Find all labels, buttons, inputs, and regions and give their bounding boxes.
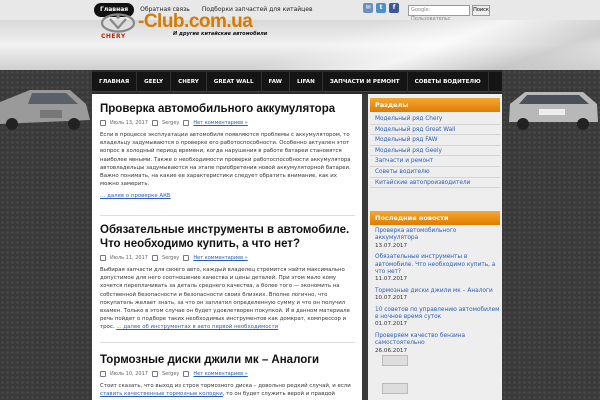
news-list: Проверка автомобильного аккумулятора 13.… [370,228,500,359]
sidebar-item-geely[interactable]: Модельный ряд Geely [370,146,500,157]
sidebar-item-great-wall[interactable]: Модельный ряд Great Wall [370,125,500,136]
main-content: Проверка автомобильного аккумулятора Июл… [92,94,362,400]
sidebar: Разделы Модельный ряд Chery Модельный ря… [368,94,502,400]
post-title[interactable]: Обязательные инструменты в автомобиле. Ч… [100,223,355,251]
news-item: Обязательные инструменты в автомобиле. Ч… [370,254,500,284]
post-excerpt: Выбирая запчасти для своего авто, каждый… [100,266,355,332]
sidebar-item-parts-repair[interactable]: Запчасти и ремонт [370,156,500,167]
post-meta: Июль 11, 2017 Sergey Нет комментариев » [100,254,355,262]
news-date: 26.06.2017 [375,347,408,354]
post-excerpt-text: Выбирая запчасти для своего авто, каждый… [100,267,350,331]
post-meta: Июль 10, 2017 Sergey Нет комментариев » [100,370,355,378]
post-excerpt: Если в процессе эксплуатации автомобиля … [100,132,351,188]
mainnav-geely[interactable]: GEELY [137,71,172,92]
site-logo-subtitle: И другие китайские автомобили [173,31,268,37]
news-widget-title: Последние новости [370,211,500,225]
sidebar-item-chery[interactable]: Модельный ряд Chery [370,114,500,125]
comment-icon [183,255,190,261]
sidebar-item-faw[interactable]: Модельный ряд FAW [370,135,500,146]
news-link[interactable]: Проверка автомобильного аккумулятора [375,228,500,243]
search-input[interactable]: Google: Пользовательс [408,5,470,22]
post-date: Июль 13, 2017 [110,120,148,126]
news-item: Тормозные диски джили мк – Аналоги 10.07… [370,288,500,303]
post-comments-link[interactable]: Нет комментариев » [193,371,247,377]
mainnav-parts-repair[interactable]: ЗАПЧАСТИ И РЕМОНТ [323,71,408,92]
mainnav-faw[interactable]: FAW [262,71,290,92]
sections-list: Модельный ряд Chery Модельный ряд Great … [370,114,500,189]
post-date: Июль 10, 2017 [110,371,148,377]
site-header [0,20,600,70]
news-link[interactable]: Тормозные диски джили мк – Аналоги [375,288,500,295]
post-excerpt: Стоит сказать, что выход из строя тормоз… [100,382,355,398]
post: Обязательные инструменты в автомобиле. Ч… [100,223,355,332]
site-logo-title[interactable]: -Club.com.ua [138,11,253,33]
rss-icon[interactable]: ✉ [363,3,373,13]
news-date: 13.07.2017 [375,242,408,249]
news-date: 10.07.2017 [375,295,408,302]
sidebar-widget-box[interactable] [382,383,408,394]
post-title[interactable]: Тормозные диски джили мк – Аналоги [100,353,355,367]
comment-icon [183,120,190,126]
news-item: Проверка автомобильного аккумулятора 13.… [370,228,500,250]
news-date: 01.07.2017 [375,321,408,328]
mainnav-chery[interactable]: CHERY [171,71,207,92]
comment-icon [183,371,190,377]
post-author: Sergey [161,120,180,126]
calendar-icon [100,255,106,261]
post: Тормозные диски джили мк – Аналоги Июль … [100,353,355,398]
chery-logo-icon [100,13,136,33]
post-divider [100,215,355,216]
main-nav: ГЛАВНАЯ GEELY CHERY GREAT WALL FAW LIFAN… [92,71,502,92]
news-link[interactable]: 10 советов по управлению автомобилем в н… [375,307,500,322]
post-meta: Июль 13, 2017 Sergey Нет комментариев » [100,119,355,127]
news-item: 10 советов по управлению автомобилем в н… [370,307,500,329]
user-icon [151,371,158,377]
car-image-right [509,92,598,130]
sidebar-widget-box[interactable] [382,355,408,366]
user-icon [151,120,158,126]
logo-brand: CHERY [101,33,126,40]
post-author: Sergey [161,255,180,261]
post-excerpt-text: Стоит сказать, что выход из строя тормоз… [100,383,351,389]
calendar-icon [100,120,106,126]
user-icon [151,255,158,261]
post-title[interactable]: Проверка автомобильного аккумулятора [100,102,355,116]
news-date: 11.07.2017 [375,276,408,283]
social-icons: ✉ t f [363,3,399,13]
post-comments-link[interactable]: Нет комментариев » [193,120,247,126]
facebook-icon[interactable]: f [389,3,399,13]
inline-link[interactable]: ставить качественные тормозные колодки [100,391,223,397]
post-divider [100,342,355,343]
post-excerpt-text: , то он будет служить верой и правдой [222,391,335,398]
post-date: Июль 11, 2017 [110,255,148,261]
sections-widget-title: Разделы [370,98,500,112]
car-image-left [0,90,90,130]
header-swoosh [230,20,600,70]
news-item: Проверяем качество бензина самостоятельн… [370,333,500,355]
news-link[interactable]: Проверяем качество бензина самостоятельн… [375,333,500,348]
mainnav-driver-tips[interactable]: СОВЕТЫ ВОДИТЕЛЮ [408,71,489,92]
post-author: Sergey [161,371,180,377]
mainnav-home[interactable]: ГЛАВНАЯ [92,71,138,92]
sidebar-item-driver-tips[interactable]: Советы водителю [370,167,500,178]
twitter-icon[interactable]: t [376,3,386,13]
mainnav-lifan[interactable]: LIFAN [290,71,323,92]
read-more-link[interactable]: … далее о проверке АКБ [100,193,355,199]
mainnav-great-wall[interactable]: GREAT WALL [207,71,262,92]
calendar-icon [100,371,106,377]
post-comments-link[interactable]: Нет комментариев » [193,255,247,261]
news-link[interactable]: Обязательные инструменты в автомобиле. Ч… [375,254,500,276]
search-button[interactable]: Поиск [472,5,490,16]
post: Проверка автомобильного аккумулятора Июл… [100,102,355,199]
read-more-link[interactable]: … далее об инструментах в авто первой не… [116,324,278,330]
sidebar-item-manufacturers[interactable]: Китайские автопроизводители [370,178,500,189]
